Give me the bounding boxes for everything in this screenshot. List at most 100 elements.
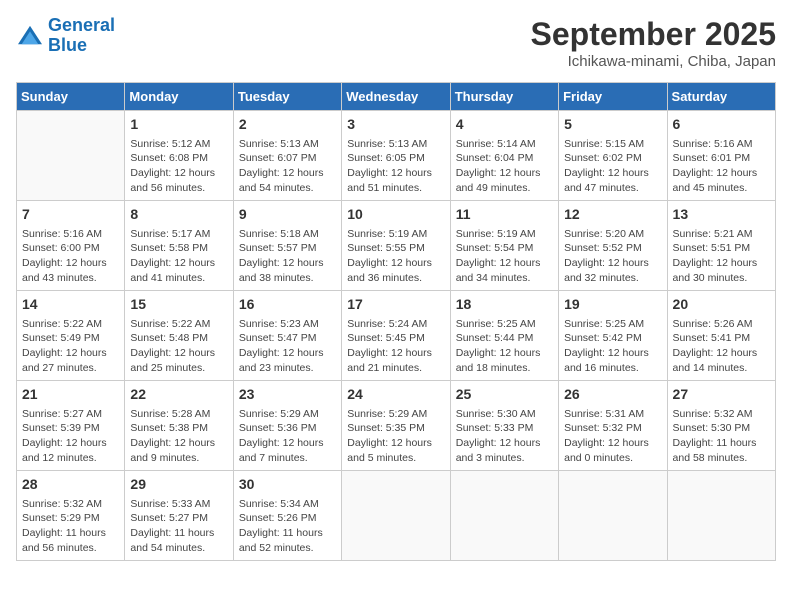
calendar-cell: 12Sunrise: 5:20 AM Sunset: 5:52 PM Dayli… bbox=[559, 201, 667, 291]
calendar-cell: 13Sunrise: 5:21 AM Sunset: 5:51 PM Dayli… bbox=[667, 201, 775, 291]
day-info: Sunrise: 5:15 AM Sunset: 6:02 PM Dayligh… bbox=[564, 137, 661, 196]
calendar-header-thursday: Thursday bbox=[450, 83, 558, 111]
calendar-cell bbox=[667, 471, 775, 561]
day-number: 4 bbox=[456, 115, 553, 135]
day-info: Sunrise: 5:12 AM Sunset: 6:08 PM Dayligh… bbox=[130, 137, 227, 196]
day-number: 18 bbox=[456, 295, 553, 315]
calendar-cell bbox=[450, 471, 558, 561]
day-number: 14 bbox=[22, 295, 119, 315]
day-info: Sunrise: 5:17 AM Sunset: 5:58 PM Dayligh… bbox=[130, 227, 227, 286]
calendar-cell: 27Sunrise: 5:32 AM Sunset: 5:30 PM Dayli… bbox=[667, 381, 775, 471]
calendar-cell: 11Sunrise: 5:19 AM Sunset: 5:54 PM Dayli… bbox=[450, 201, 558, 291]
calendar-cell: 24Sunrise: 5:29 AM Sunset: 5:35 PM Dayli… bbox=[342, 381, 450, 471]
calendar-cell: 26Sunrise: 5:31 AM Sunset: 5:32 PM Dayli… bbox=[559, 381, 667, 471]
day-info: Sunrise: 5:22 AM Sunset: 5:48 PM Dayligh… bbox=[130, 317, 227, 376]
day-info: Sunrise: 5:27 AM Sunset: 5:39 PM Dayligh… bbox=[22, 407, 119, 466]
day-info: Sunrise: 5:32 AM Sunset: 5:30 PM Dayligh… bbox=[673, 407, 770, 466]
calendar-header-saturday: Saturday bbox=[667, 83, 775, 111]
day-number: 11 bbox=[456, 205, 553, 225]
day-number: 17 bbox=[347, 295, 444, 315]
day-number: 1 bbox=[130, 115, 227, 135]
day-number: 22 bbox=[130, 385, 227, 405]
calendar-header-friday: Friday bbox=[559, 83, 667, 111]
day-info: Sunrise: 5:22 AM Sunset: 5:49 PM Dayligh… bbox=[22, 317, 119, 376]
day-number: 5 bbox=[564, 115, 661, 135]
calendar-header-monday: Monday bbox=[125, 83, 233, 111]
day-info: Sunrise: 5:23 AM Sunset: 5:47 PM Dayligh… bbox=[239, 317, 336, 376]
title-block: September 2025 Ichikawa-minami, Chiba, J… bbox=[531, 16, 776, 70]
calendar-cell: 8Sunrise: 5:17 AM Sunset: 5:58 PM Daylig… bbox=[125, 201, 233, 291]
calendar-cell: 29Sunrise: 5:33 AM Sunset: 5:27 PM Dayli… bbox=[125, 471, 233, 561]
calendar-cell: 21Sunrise: 5:27 AM Sunset: 5:39 PM Dayli… bbox=[17, 381, 125, 471]
calendar-cell: 19Sunrise: 5:25 AM Sunset: 5:42 PM Dayli… bbox=[559, 291, 667, 381]
calendar-cell: 28Sunrise: 5:32 AM Sunset: 5:29 PM Dayli… bbox=[17, 471, 125, 561]
calendar-cell: 18Sunrise: 5:25 AM Sunset: 5:44 PM Dayli… bbox=[450, 291, 558, 381]
calendar-cell: 1Sunrise: 5:12 AM Sunset: 6:08 PM Daylig… bbox=[125, 111, 233, 201]
calendar-header-sunday: Sunday bbox=[17, 83, 125, 111]
calendar-cell: 5Sunrise: 5:15 AM Sunset: 6:02 PM Daylig… bbox=[559, 111, 667, 201]
day-number: 28 bbox=[22, 475, 119, 495]
day-info: Sunrise: 5:25 AM Sunset: 5:42 PM Dayligh… bbox=[564, 317, 661, 376]
day-number: 29 bbox=[130, 475, 227, 495]
logo: General Blue bbox=[16, 16, 115, 56]
day-number: 21 bbox=[22, 385, 119, 405]
location-subtitle: Ichikawa-minami, Chiba, Japan bbox=[531, 53, 776, 70]
month-title: September 2025 bbox=[531, 16, 776, 53]
logo-line1: General bbox=[48, 15, 115, 35]
day-info: Sunrise: 5:19 AM Sunset: 5:54 PM Dayligh… bbox=[456, 227, 553, 286]
day-number: 7 bbox=[22, 205, 119, 225]
calendar-table: SundayMondayTuesdayWednesdayThursdayFrid… bbox=[16, 82, 776, 561]
calendar-week-3: 14Sunrise: 5:22 AM Sunset: 5:49 PM Dayli… bbox=[17, 291, 776, 381]
day-number: 24 bbox=[347, 385, 444, 405]
calendar-header-wednesday: Wednesday bbox=[342, 83, 450, 111]
calendar-header-row: SundayMondayTuesdayWednesdayThursdayFrid… bbox=[17, 83, 776, 111]
calendar-cell: 10Sunrise: 5:19 AM Sunset: 5:55 PM Dayli… bbox=[342, 201, 450, 291]
calendar-cell bbox=[17, 111, 125, 201]
calendar-week-5: 28Sunrise: 5:32 AM Sunset: 5:29 PM Dayli… bbox=[17, 471, 776, 561]
calendar-cell: 3Sunrise: 5:13 AM Sunset: 6:05 PM Daylig… bbox=[342, 111, 450, 201]
calendar-cell: 4Sunrise: 5:14 AM Sunset: 6:04 PM Daylig… bbox=[450, 111, 558, 201]
day-number: 16 bbox=[239, 295, 336, 315]
calendar-cell: 7Sunrise: 5:16 AM Sunset: 6:00 PM Daylig… bbox=[17, 201, 125, 291]
calendar-cell: 23Sunrise: 5:29 AM Sunset: 5:36 PM Dayli… bbox=[233, 381, 341, 471]
day-number: 2 bbox=[239, 115, 336, 135]
day-number: 26 bbox=[564, 385, 661, 405]
calendar-cell: 17Sunrise: 5:24 AM Sunset: 5:45 PM Dayli… bbox=[342, 291, 450, 381]
day-number: 9 bbox=[239, 205, 336, 225]
day-info: Sunrise: 5:34 AM Sunset: 5:26 PM Dayligh… bbox=[239, 497, 336, 556]
logo-line2: Blue bbox=[48, 35, 87, 55]
day-number: 25 bbox=[456, 385, 553, 405]
day-info: Sunrise: 5:24 AM Sunset: 5:45 PM Dayligh… bbox=[347, 317, 444, 376]
day-info: Sunrise: 5:31 AM Sunset: 5:32 PM Dayligh… bbox=[564, 407, 661, 466]
page-header: General Blue September 2025 Ichikawa-min… bbox=[16, 16, 776, 70]
day-info: Sunrise: 5:19 AM Sunset: 5:55 PM Dayligh… bbox=[347, 227, 444, 286]
calendar-cell: 22Sunrise: 5:28 AM Sunset: 5:38 PM Dayli… bbox=[125, 381, 233, 471]
day-number: 13 bbox=[673, 205, 770, 225]
calendar-cell: 14Sunrise: 5:22 AM Sunset: 5:49 PM Dayli… bbox=[17, 291, 125, 381]
day-info: Sunrise: 5:21 AM Sunset: 5:51 PM Dayligh… bbox=[673, 227, 770, 286]
logo-text: General Blue bbox=[48, 16, 115, 56]
calendar-cell: 6Sunrise: 5:16 AM Sunset: 6:01 PM Daylig… bbox=[667, 111, 775, 201]
day-number: 12 bbox=[564, 205, 661, 225]
day-info: Sunrise: 5:16 AM Sunset: 6:00 PM Dayligh… bbox=[22, 227, 119, 286]
day-info: Sunrise: 5:32 AM Sunset: 5:29 PM Dayligh… bbox=[22, 497, 119, 556]
calendar-header-tuesday: Tuesday bbox=[233, 83, 341, 111]
calendar-cell: 9Sunrise: 5:18 AM Sunset: 5:57 PM Daylig… bbox=[233, 201, 341, 291]
calendar-cell bbox=[342, 471, 450, 561]
day-number: 8 bbox=[130, 205, 227, 225]
day-number: 27 bbox=[673, 385, 770, 405]
calendar-week-1: 1Sunrise: 5:12 AM Sunset: 6:08 PM Daylig… bbox=[17, 111, 776, 201]
day-number: 6 bbox=[673, 115, 770, 135]
day-number: 23 bbox=[239, 385, 336, 405]
calendar-cell: 15Sunrise: 5:22 AM Sunset: 5:48 PM Dayli… bbox=[125, 291, 233, 381]
calendar-cell: 20Sunrise: 5:26 AM Sunset: 5:41 PM Dayli… bbox=[667, 291, 775, 381]
day-info: Sunrise: 5:20 AM Sunset: 5:52 PM Dayligh… bbox=[564, 227, 661, 286]
day-info: Sunrise: 5:33 AM Sunset: 5:27 PM Dayligh… bbox=[130, 497, 227, 556]
day-info: Sunrise: 5:13 AM Sunset: 6:05 PM Dayligh… bbox=[347, 137, 444, 196]
day-info: Sunrise: 5:26 AM Sunset: 5:41 PM Dayligh… bbox=[673, 317, 770, 376]
logo-icon bbox=[16, 24, 44, 48]
calendar-body: 1Sunrise: 5:12 AM Sunset: 6:08 PM Daylig… bbox=[17, 111, 776, 561]
day-info: Sunrise: 5:13 AM Sunset: 6:07 PM Dayligh… bbox=[239, 137, 336, 196]
day-number: 15 bbox=[130, 295, 227, 315]
day-info: Sunrise: 5:25 AM Sunset: 5:44 PM Dayligh… bbox=[456, 317, 553, 376]
